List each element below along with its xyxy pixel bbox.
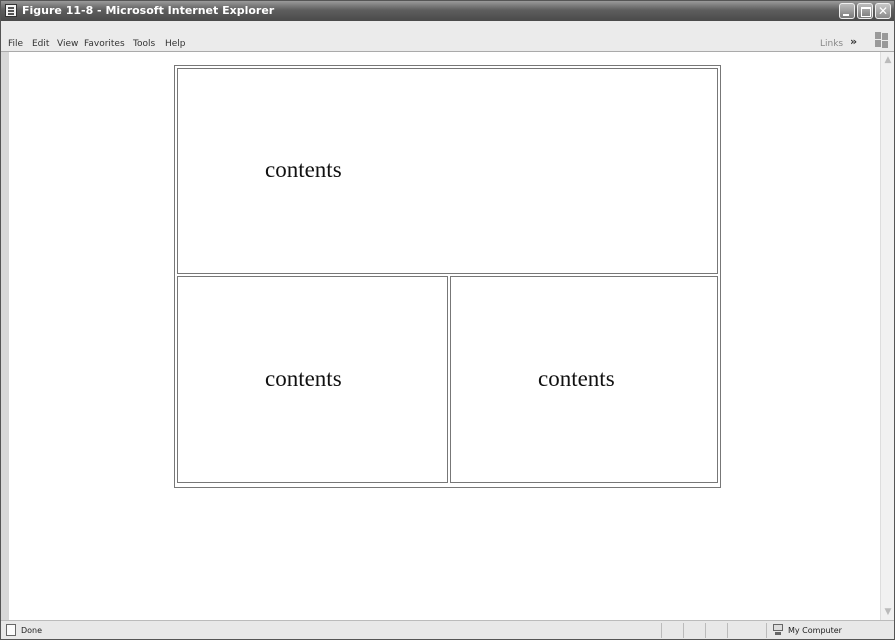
- menu-favorites[interactable]: Favorites: [84, 39, 125, 49]
- window-title: Figure 11-8 - Microsoft Internet Explore…: [22, 4, 275, 17]
- frame-bottom-right: contents: [450, 276, 718, 483]
- menu-view[interactable]: View: [57, 39, 78, 49]
- links-chevron-icon[interactable]: »: [850, 35, 857, 48]
- status-divider: [661, 623, 662, 638]
- status-divider: [766, 623, 767, 638]
- menu-file[interactable]: File: [8, 39, 23, 49]
- page-done-icon: [6, 624, 16, 636]
- status-divider: [683, 623, 684, 638]
- frame-bottom-left-contents: contents: [265, 366, 342, 391]
- maximize-button[interactable]: [857, 3, 873, 19]
- scroll-down-icon[interactable]: ▼: [883, 607, 893, 617]
- status-divider: [727, 623, 728, 638]
- menu-bar: File Edit View Favorites Tools Help Link…: [1, 21, 894, 52]
- frame-top-contents: contents: [265, 157, 342, 182]
- status-divider: [705, 623, 706, 638]
- ie-document-icon: [5, 4, 17, 17]
- minimize-button[interactable]: [839, 3, 855, 19]
- status-bar: Done My Computer: [1, 620, 894, 639]
- windows-logo-icon: [875, 32, 889, 48]
- security-zone-text: My Computer: [788, 626, 842, 635]
- status-text: Done: [21, 626, 43, 635]
- frame-bottom-right-contents: contents: [538, 366, 615, 391]
- links-toolbar-label[interactable]: Links: [820, 39, 843, 49]
- frame-bottom-left: contents: [177, 276, 448, 483]
- computer-zone-icon: [772, 624, 784, 636]
- browser-window: Figure 11-8 - Microsoft Internet Explore…: [0, 0, 895, 640]
- menu-edit[interactable]: Edit: [32, 39, 49, 49]
- scroll-up-icon[interactable]: ▲: [883, 55, 893, 65]
- frame-top: contents: [177, 68, 718, 274]
- frameset: contents contents contents: [174, 65, 721, 488]
- close-button[interactable]: ✕: [875, 3, 891, 19]
- vertical-scrollbar[interactable]: ▲ ▼: [880, 52, 894, 620]
- title-bar[interactable]: Figure 11-8 - Microsoft Internet Explore…: [1, 1, 894, 21]
- menu-tools[interactable]: Tools: [133, 39, 155, 49]
- menu-help[interactable]: Help: [165, 39, 186, 49]
